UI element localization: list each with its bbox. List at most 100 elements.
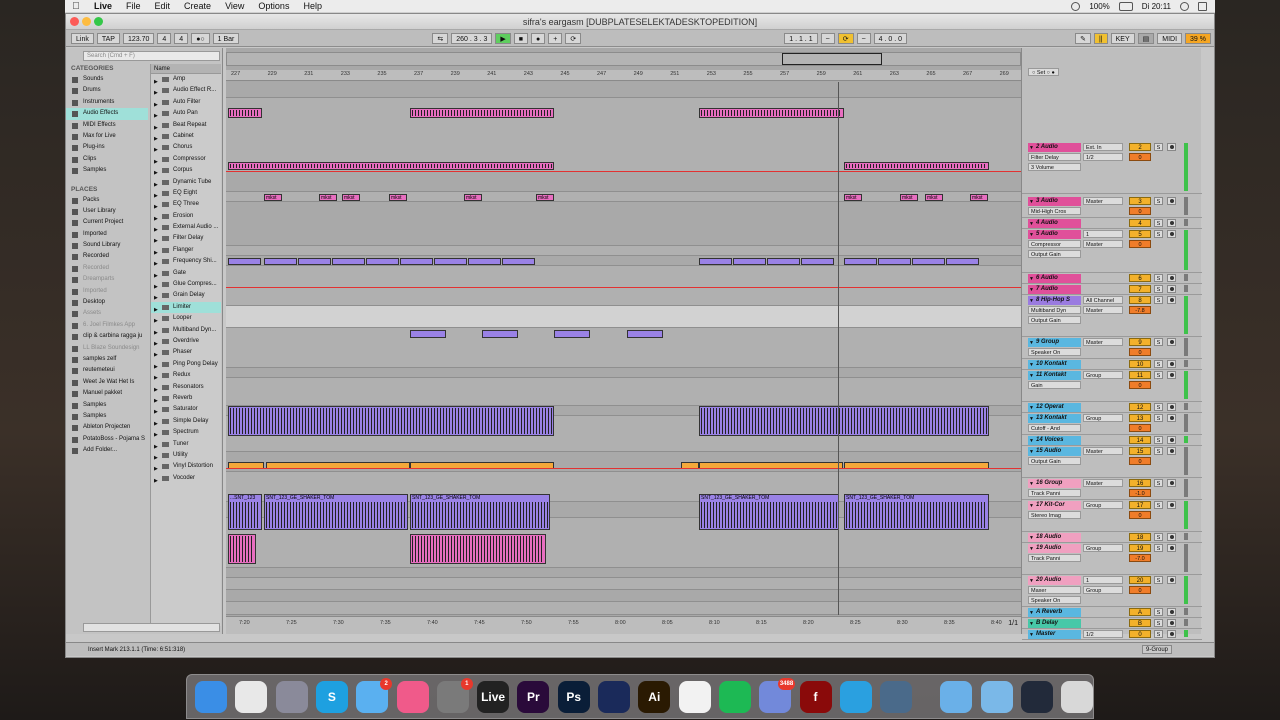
routing-chooser-output[interactable]: Master: [1083, 240, 1123, 248]
expand-arrow-icon[interactable]: ▶: [154, 157, 158, 165]
routing-chooser[interactable]: Group: [1083, 371, 1123, 379]
track-header[interactable]: ▼ 20 Audio 20 S 0 Maxer Speaker On 1 Group: [1022, 575, 1202, 607]
track-lane[interactable]: [226, 368, 1021, 378]
audio-clip[interactable]: mkst: [844, 194, 862, 201]
loop-length-field[interactable]: 4 . 0 . 0: [873, 32, 908, 44]
expand-arrow-icon[interactable]: ▶: [154, 328, 158, 336]
audio-clip[interactable]: [733, 258, 766, 265]
dock-chrome-icon[interactable]: [235, 681, 268, 713]
solo-button[interactable]: S: [1154, 338, 1163, 346]
device-list-item[interactable]: ▶ Compressor: [151, 154, 221, 165]
solo-button[interactable]: S: [1154, 544, 1163, 552]
device-list-item[interactable]: ▶ External Audio ...: [151, 222, 221, 233]
track-header[interactable]: ▼ 15 Audio 15 S 0 Output Gain Master: [1022, 446, 1202, 478]
expand-arrow-icon[interactable]: ▶: [154, 407, 158, 415]
place-item[interactable]: Weet Je Wat Het Is: [66, 377, 148, 388]
place-item[interactable]: Samples: [66, 400, 148, 411]
track-header[interactable]: ▼ 2 Audio 2 S 0 Filter Delay 3 Volume Ext. In 1/…: [1022, 142, 1202, 194]
expand-arrow-icon[interactable]: ▶: [154, 100, 158, 108]
audio-clip[interactable]: SNT_123_GE_SHAKER_TOM: [410, 494, 550, 530]
track-activator-button[interactable]: 7: [1129, 285, 1151, 293]
loop-switch-icon[interactable]: ⟳: [837, 32, 854, 44]
menu-file[interactable]: File: [119, 1, 148, 11]
device-chooser[interactable]: Output Gain: [1028, 457, 1081, 465]
track-header[interactable]: ▼ Master 0 S 1/2: [1022, 629, 1202, 640]
expand-arrow-icon[interactable]: ▶: [154, 373, 158, 381]
dock-photos-icon[interactable]: [678, 681, 711, 713]
arm-button[interactable]: [1167, 296, 1176, 304]
track-header[interactable]: ▼ 14 Voices 14 S: [1022, 435, 1202, 446]
track-fold-icon[interactable]: ▼: [1029, 198, 1034, 207]
loop-start-field[interactable]: 1 . 1 . 1: [784, 32, 818, 44]
track-header[interactable]: ▼ 17 Kit-Cor 17 S 0 Stereo Imag Group: [1022, 500, 1202, 532]
dock-downloads-icon[interactable]: [980, 681, 1013, 713]
track-fold-icon[interactable]: ▼: [1029, 361, 1034, 370]
place-item[interactable]: clip & carbina ragga ju: [66, 331, 148, 342]
signature-denominator[interactable]: 4: [174, 32, 189, 44]
draw-mode-icon[interactable]: ✎: [1075, 32, 1091, 44]
expand-arrow-icon[interactable]: ▶: [154, 305, 158, 313]
track-lane[interactable]: [226, 378, 1021, 406]
track-header[interactable]: ▼ 12 Operat 12 S: [1022, 402, 1202, 413]
name-column-header[interactable]: Name: [151, 64, 221, 74]
volume-field[interactable]: -7.8: [1129, 306, 1151, 314]
volume-field[interactable]: 0: [1129, 207, 1151, 215]
expand-arrow-icon[interactable]: ▶: [154, 236, 158, 244]
audio-clip[interactable]: mkst: [925, 194, 943, 201]
expand-arrow-icon[interactable]: ▶: [154, 350, 158, 358]
audio-clip[interactable]: [410, 330, 446, 338]
track-name[interactable]: ▼ 11 Kontakt: [1028, 371, 1081, 380]
arm-button[interactable]: [1167, 230, 1176, 238]
volume-field[interactable]: 0: [1129, 424, 1151, 432]
expand-arrow-icon[interactable]: ▶: [154, 419, 158, 427]
track-fold-icon[interactable]: ▼: [1029, 609, 1034, 618]
device-chooser[interactable]: Maxer: [1028, 586, 1081, 594]
expand-arrow-icon[interactable]: ▶: [154, 180, 158, 188]
track-activator-button[interactable]: 10: [1129, 360, 1151, 368]
play-icon[interactable]: ▶: [495, 32, 511, 44]
dock-live-icon[interactable]: Live: [477, 681, 510, 713]
volume-field[interactable]: 0: [1129, 153, 1151, 161]
category-item[interactable]: Clips: [66, 154, 148, 165]
stop-icon[interactable]: ■: [513, 32, 529, 44]
device-list-item[interactable]: ▶ Glue Compres...: [151, 279, 221, 290]
device-list-item[interactable]: ▶ Simple Delay: [151, 416, 221, 427]
audio-clip[interactable]: [298, 258, 331, 265]
parameter-chooser[interactable]: Speaker On: [1028, 596, 1081, 604]
browser-search-input[interactable]: Search (Cmd + F): [83, 51, 220, 61]
device-chooser[interactable]: Multiband Dyn: [1028, 306, 1081, 314]
automation-line[interactable]: [226, 171, 1021, 172]
device-chooser[interactable]: Filter Delay: [1028, 153, 1081, 161]
device-list-item[interactable]: ▶ Erosion: [151, 211, 221, 222]
audio-clip[interactable]: [878, 258, 911, 265]
device-list-item[interactable]: ▶ Spectrum: [151, 427, 221, 438]
solo-button[interactable]: S: [1154, 533, 1163, 541]
audio-clip[interactable]: [912, 258, 945, 265]
dock-messages-icon[interactable]: 2: [356, 678, 393, 713]
solo-button[interactable]: S: [1154, 219, 1163, 227]
solo-button[interactable]: S: [1154, 630, 1163, 638]
track-name[interactable]: ▼ 3 Audio: [1028, 197, 1081, 206]
track-fold-icon[interactable]: ▼: [1029, 415, 1034, 424]
audio-clip[interactable]: [844, 258, 877, 265]
expand-arrow-icon[interactable]: ▶: [154, 88, 158, 96]
audio-clip[interactable]: [264, 258, 297, 265]
place-item[interactable]: Manuel pakket: [66, 388, 148, 399]
device-list-item[interactable]: ▶ Tuner: [151, 439, 221, 450]
device-list-item[interactable]: ▶ Dynamic Tube: [151, 177, 221, 188]
arm-button[interactable]: [1167, 479, 1176, 487]
audio-clip[interactable]: mkst: [464, 194, 482, 201]
track-fold-icon[interactable]: ▼: [1029, 404, 1034, 413]
track-name[interactable]: ▼ 18 Audio: [1028, 533, 1081, 542]
device-list-item[interactable]: ▶ Filter Delay: [151, 233, 221, 244]
arm-button[interactable]: [1167, 436, 1176, 444]
place-item[interactable]: Recorded: [66, 251, 148, 262]
device-list-item[interactable]: ▶ Audio Effect R...: [151, 85, 221, 96]
expand-arrow-icon[interactable]: ▶: [154, 339, 158, 347]
track-lane[interactable]: [226, 602, 1021, 615]
battery-icon[interactable]: [1118, 1, 1133, 11]
overview-window[interactable]: [782, 53, 882, 65]
device-list-item[interactable]: ▶ Limiter: [151, 301, 221, 314]
routing-chooser[interactable]: Master: [1083, 447, 1123, 455]
solo-button[interactable]: S: [1154, 436, 1163, 444]
